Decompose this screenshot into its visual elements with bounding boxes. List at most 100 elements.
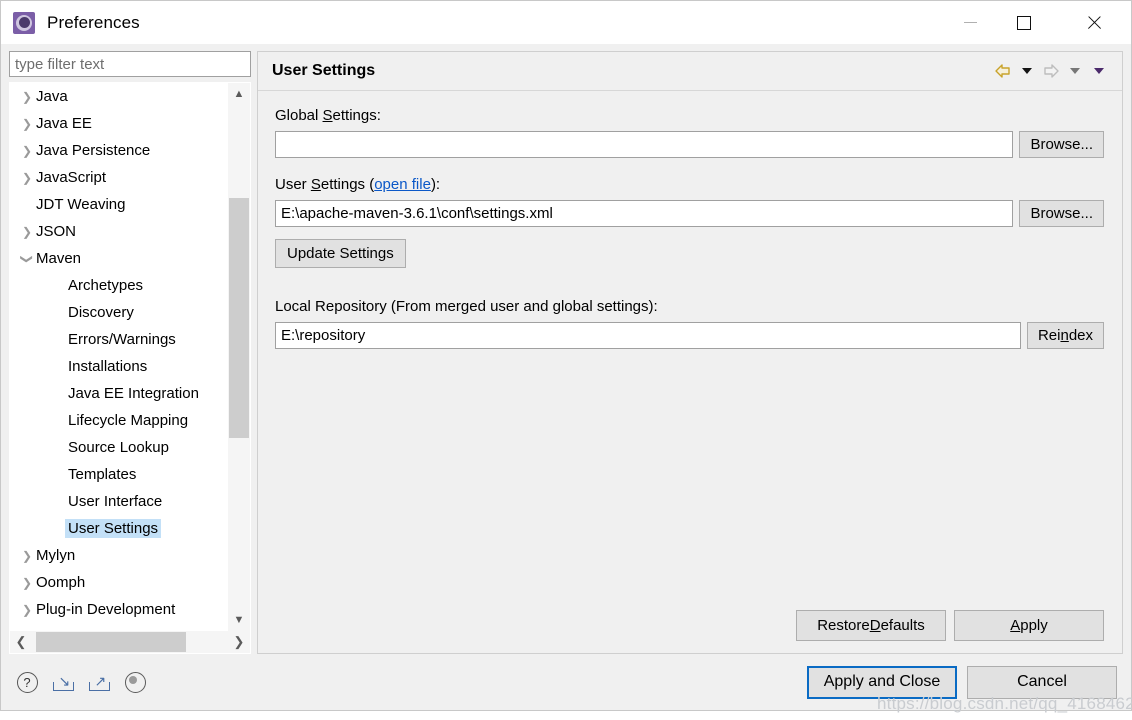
reindex-suffix: dex [1069, 327, 1093, 344]
tree-item-jdt-weaving[interactable]: ❯JDT Weaving [10, 191, 228, 218]
tree-item-label: Java EE Integration [68, 385, 199, 402]
tree-item-oomph[interactable]: ❯Oomph [10, 569, 228, 596]
global-settings-label: Global Settings: [275, 107, 1104, 124]
cancel-button[interactable]: Cancel [967, 666, 1117, 699]
tree-item-label: Java [36, 88, 68, 105]
help-icon: ? [17, 672, 38, 693]
restore-defaults-button[interactable]: Restore Defaults [796, 610, 946, 641]
horizontal-scroll-thumb[interactable] [36, 632, 186, 652]
tree-item-source-lookup[interactable]: Source Lookup [10, 434, 228, 461]
restore-defaults-mnemonic: D [870, 617, 881, 634]
tree-item-plug-in-development[interactable]: ❯Plug-in Development [10, 596, 228, 623]
tree-item-label: Lifecycle Mapping [68, 412, 188, 429]
scroll-up-button[interactable]: ▲ [228, 83, 250, 105]
local-repository-input[interactable]: E:\repository [275, 322, 1021, 349]
tree-item-user-settings[interactable]: User Settings [10, 515, 228, 542]
tree-item-java-ee-integration[interactable]: Java EE Integration [10, 380, 228, 407]
import-preferences-button[interactable]: ↘ [51, 670, 75, 694]
user-settings-browse-button[interactable]: Browse... [1019, 200, 1104, 227]
chevron-right-icon[interactable]: ❯ [18, 145, 36, 157]
forward-menu-caret-down-icon[interactable] [1064, 60, 1086, 82]
tree-item-label: JSON [36, 223, 76, 240]
scroll-down-button[interactable]: ▼ [228, 609, 250, 631]
global-settings-browse-button[interactable]: Browse... [1019, 131, 1104, 158]
minimize-button[interactable] [947, 1, 993, 44]
preferences-dialog: Preferences type filter text ❯Java❯Java … [0, 0, 1132, 711]
dialog-action-buttons: Apply and Close Cancel [807, 666, 1117, 699]
chevron-right-icon[interactable]: ❯ [18, 91, 36, 103]
tree-item-maven[interactable]: ❯Maven [10, 245, 228, 272]
chevron-right-icon[interactable]: ❯ [18, 577, 36, 589]
tree-item-installations[interactable]: Installations [10, 353, 228, 380]
export-preferences-button[interactable]: ↗ [87, 670, 111, 694]
tree-item-user-interface[interactable]: User Interface [10, 488, 228, 515]
tree-item-templates[interactable]: Templates [10, 461, 228, 488]
tree-item-label: Discovery [68, 304, 134, 321]
open-file-link[interactable]: open file [374, 176, 431, 193]
panel-content: Global Settings: Browse... User Settings… [258, 91, 1122, 610]
apply-and-close-button[interactable]: Apply and Close [807, 666, 957, 699]
panel-footer: Restore Defaults Apply [258, 610, 1122, 653]
chevron-right-icon[interactable]: ❯ [18, 226, 36, 238]
tree-item-json[interactable]: ❯JSON [10, 218, 228, 245]
page-title: User Settings [272, 62, 375, 80]
user-settings-label-mid: ettings ( [321, 176, 374, 193]
tree-item-label: Java Persistence [36, 142, 150, 159]
resize-grip-button[interactable] [123, 670, 147, 694]
tree-item-label: Oomph [36, 574, 85, 591]
update-settings-button[interactable]: Update Settings [275, 239, 406, 268]
tree-item-mylyn[interactable]: ❯Mylyn [10, 542, 228, 569]
tree-vertical-scrollbar[interactable]: ▲ ▼ [228, 83, 250, 631]
global-settings-input[interactable] [275, 131, 1013, 158]
tree-horizontal-scrollbar[interactable]: ❮ ❯ [10, 631, 250, 653]
chevron-right-icon[interactable]: ❯ [18, 604, 36, 616]
tree-item-discovery[interactable]: Discovery [10, 299, 228, 326]
back-arrow-icon[interactable] [992, 60, 1014, 82]
global-settings-label-suffix: ettings: [333, 107, 381, 124]
resize-grip-icon [125, 672, 146, 693]
tree-item-archetypes[interactable]: Archetypes [10, 272, 228, 299]
user-settings-input[interactable]: E:\apache-maven-3.6.1\conf\settings.xml [275, 200, 1013, 227]
dialog-body: type filter text ❯Java❯Java EE❯Java Pers… [1, 44, 1131, 654]
user-settings-label-prefix: User [275, 176, 311, 193]
chevron-right-icon[interactable]: ❯ [18, 550, 36, 562]
restore-defaults-suffix: efaults [881, 617, 925, 634]
tree-item-errors-warnings[interactable]: Errors/Warnings [10, 326, 228, 353]
reindex-button[interactable]: Reindex [1027, 322, 1104, 349]
tree-item-java-persistence[interactable]: ❯Java Persistence [10, 137, 228, 164]
apply-button[interactable]: Apply [954, 610, 1104, 641]
user-settings-row: E:\apache-maven-3.6.1\conf\settings.xml … [275, 200, 1104, 227]
tree-item-label: JDT Weaving [36, 196, 125, 213]
scroll-right-button[interactable]: ❯ [228, 631, 250, 653]
user-settings-label-mnemonic: S [311, 176, 321, 193]
vertical-scroll-thumb[interactable] [229, 198, 249, 438]
global-settings-label-prefix: Global [275, 107, 323, 124]
title-bar: Preferences [1, 1, 1131, 44]
chevron-right-icon[interactable]: ❯ [18, 118, 36, 130]
tree-item-javascript[interactable]: ❯JavaScript [10, 164, 228, 191]
export-preferences-icon: ↗ [89, 674, 110, 691]
maximize-button[interactable] [1001, 1, 1047, 44]
scroll-left-button[interactable]: ❮ [10, 631, 32, 653]
tree-item-label: Source Lookup [68, 439, 169, 456]
tree-item-java[interactable]: ❯Java [10, 83, 228, 110]
chevron-down-icon[interactable]: ❯ [21, 250, 33, 268]
tree-item-label: Plug-in Development [36, 601, 175, 618]
tree-item-label: Mylyn [36, 547, 75, 564]
panel-header: User Settings [258, 52, 1122, 91]
user-settings-label-suffix: ): [431, 176, 440, 193]
user-settings-label: User Settings (open file): [275, 176, 1104, 193]
tree-item-label: JavaScript [36, 169, 106, 186]
window-bottom-strip [0, 711, 1132, 720]
chevron-right-icon[interactable]: ❯ [18, 172, 36, 184]
tree-item-java-ee[interactable]: ❯Java EE [10, 110, 228, 137]
forward-arrow-icon[interactable] [1040, 60, 1062, 82]
help-button[interactable]: ? [15, 670, 39, 694]
back-menu-caret-down-icon[interactable] [1016, 60, 1038, 82]
close-button[interactable] [1071, 1, 1117, 44]
minimize-icon [964, 22, 977, 23]
filter-input[interactable]: type filter text [9, 51, 251, 77]
import-preferences-icon: ↘ [53, 674, 74, 691]
tree-item-lifecycle-mapping[interactable]: Lifecycle Mapping [10, 407, 228, 434]
view-menu-caret-down-icon[interactable] [1088, 60, 1110, 82]
